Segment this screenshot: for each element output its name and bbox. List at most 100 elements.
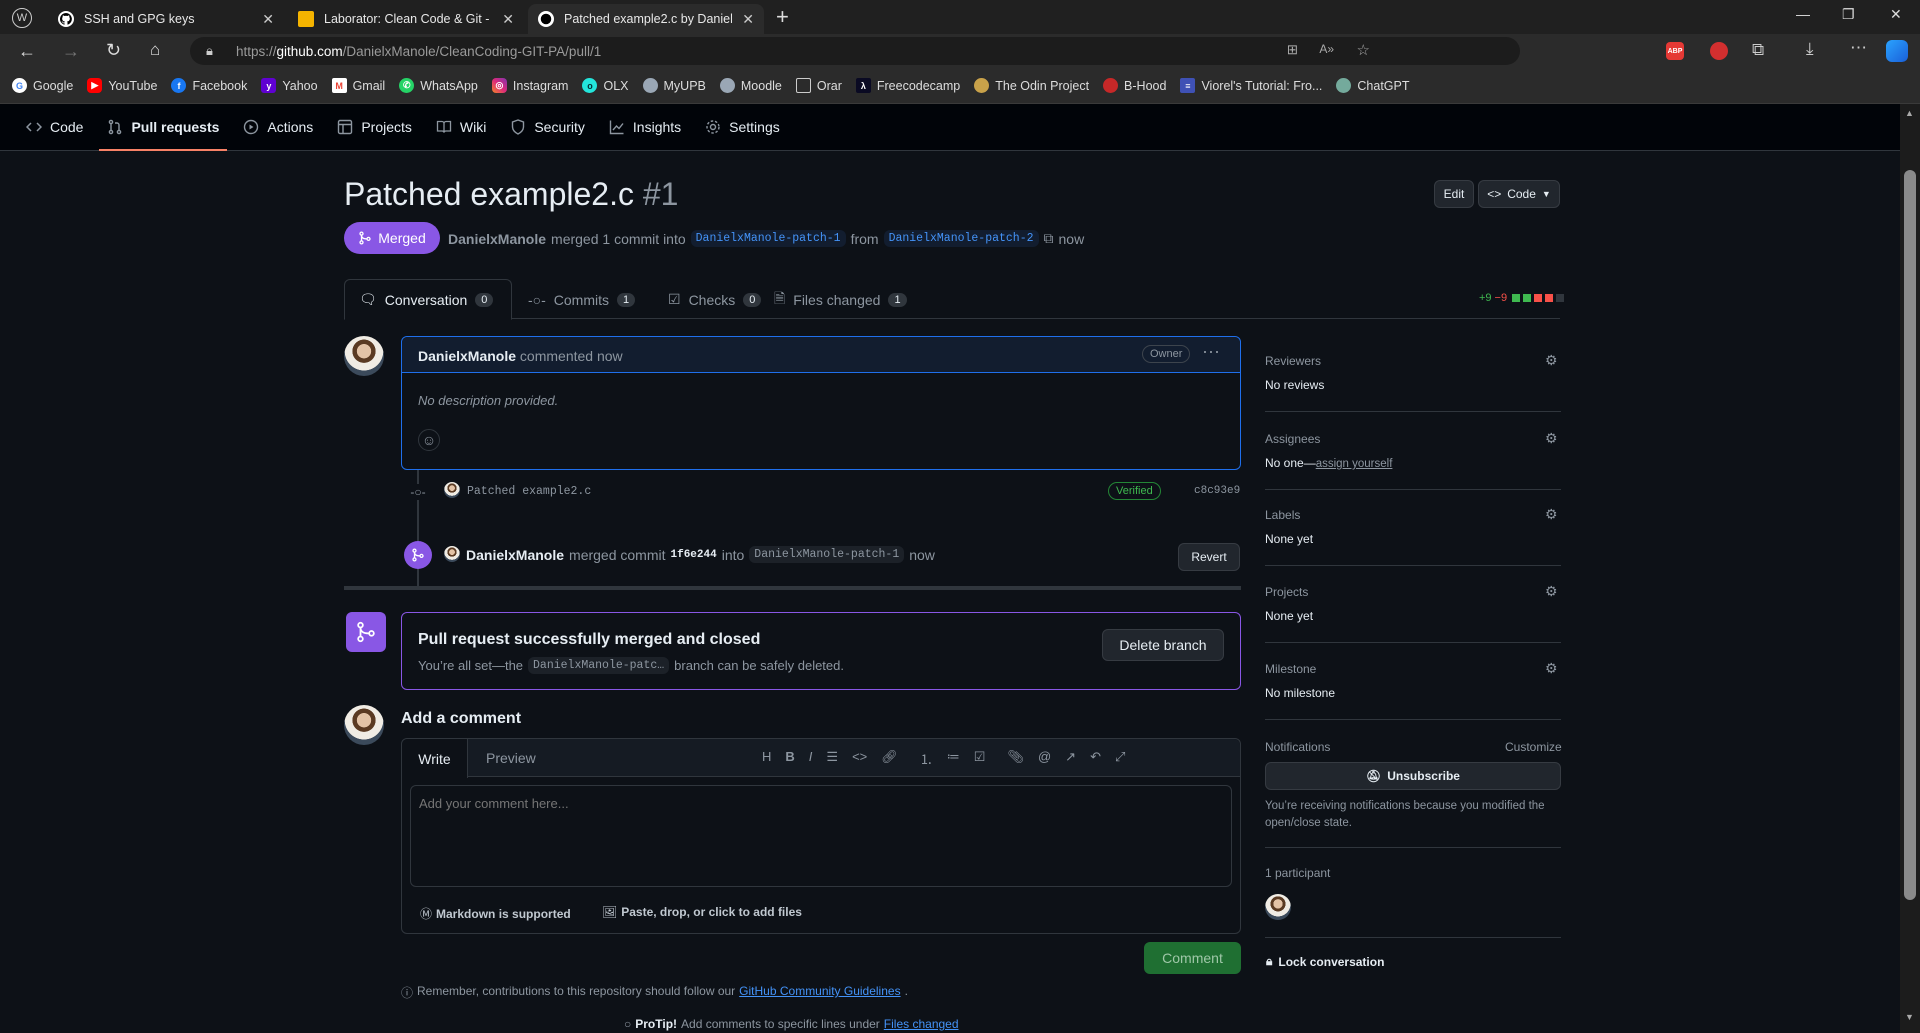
downloads-icon[interactable]: ⤓ (1806, 39, 1814, 59)
gear-icon[interactable]: ⚙︎ (1545, 352, 1561, 368)
mention-icon[interactable]: @ (1038, 749, 1051, 768)
attach-icon[interactable]: 📎︎ (1007, 749, 1024, 768)
nav-security[interactable]: Security (510, 104, 585, 151)
head-branch[interactable]: DanielxManole-patch-2 (883, 230, 1039, 247)
verified-badge[interactable]: Verified (1108, 482, 1161, 500)
copilot-icon[interactable] (1886, 40, 1908, 62)
copy-icon[interactable]: ⧉ (1044, 230, 1054, 247)
browser-tab-active[interactable]: Patched example2.c by Danielx ✕ (528, 4, 764, 34)
address-bar[interactable]: 🔒︎ https://github.com/DanielxManole/Clea… (190, 37, 1520, 65)
bookmark-freecodecamp[interactable]: λ Freecodecamp (855, 78, 960, 93)
gear-icon[interactable]: ⚙︎ (1545, 430, 1561, 446)
bookmark-viorel[interactable]: ≡ Viorel's Tutorial: Fro... (1180, 78, 1322, 93)
gear-icon[interactable]: ⚙︎ (1545, 506, 1561, 522)
code-icon[interactable]: <> (852, 749, 867, 768)
link-icon[interactable]: 🔗︎ (881, 749, 898, 768)
sidebar-heading[interactable]: Labels (1265, 508, 1300, 522)
bookmark-odin[interactable]: The Odin Project (974, 78, 1089, 93)
fullscreen-icon[interactable]: ⤢ (1115, 749, 1125, 768)
avatar[interactable] (444, 482, 460, 498)
gear-icon[interactable]: ⚙︎ (1545, 583, 1561, 599)
avatar[interactable] (344, 705, 384, 745)
nav-insights[interactable]: Insights (609, 104, 681, 151)
close-tab-icon[interactable]: ✕ (742, 11, 754, 28)
profile-icon[interactable]: W (12, 8, 32, 28)
customize-link[interactable]: Customize (1505, 740, 1562, 754)
sidebar-heading[interactable]: Reviewers (1265, 354, 1321, 368)
bookmark-moodle[interactable]: Moodle (719, 78, 782, 93)
read-aloud-icon[interactable]: A» (1319, 42, 1334, 56)
nav-pull-requests[interactable]: Pull requests (99, 104, 228, 151)
file-upload-note[interactable]: 🖼︎ Paste, drop, or click to add files (602, 905, 802, 919)
ordered-list-icon[interactable]: ⒈ (920, 749, 933, 768)
delete-branch-button[interactable]: Delete branch (1102, 629, 1224, 661)
bookmark-chatgpt[interactable]: ChatGPT (1336, 78, 1410, 93)
restore-button[interactable]: ❐ (1842, 6, 1855, 23)
tab-write[interactable]: Write (402, 739, 468, 778)
nav-wiki[interactable]: Wiki (436, 104, 486, 151)
nav-actions[interactable]: Actions (243, 104, 313, 151)
commit-message[interactable]: Patched example2.c (467, 485, 591, 498)
cross-reference-icon[interactable]: ↗ (1065, 749, 1076, 768)
author-link[interactable]: DanielxManole (448, 231, 546, 247)
browser-tab-ssh[interactable]: SSH and GPG keys ✕ (48, 4, 284, 34)
undo-icon[interactable]: ↶ (1090, 749, 1101, 768)
commit-sha[interactable]: c8c93e9 (1194, 485, 1240, 497)
bookmark-facebook[interactable]: f Facebook (171, 78, 247, 93)
quote-icon[interactable]: ☰ (826, 749, 838, 768)
close-window-button[interactable]: ✕ (1890, 6, 1902, 23)
home-icon[interactable]: ⌂ (150, 40, 160, 60)
bookmark-gmail[interactable]: M Gmail (331, 78, 385, 93)
comment-submit-button[interactable]: Comment (1144, 942, 1241, 974)
extension-red-icon[interactable] (1710, 42, 1728, 60)
comment-textarea[interactable] (410, 785, 1232, 887)
merge-sha[interactable]: 1f6e244 (671, 549, 717, 561)
base-branch[interactable]: DanielxManole-patch-1 (690, 230, 846, 247)
nav-settings[interactable]: Settings (705, 104, 780, 151)
merged-branch[interactable]: DanielxManole-patc… (528, 657, 670, 674)
participant-avatar[interactable] (1265, 894, 1291, 920)
app-available-icon[interactable]: ⊞ (1287, 42, 1298, 58)
tab-commits[interactable]: -○- Commits 1 (514, 279, 649, 320)
tab-checks[interactable]: ☑︎ Checks 0 (654, 279, 775, 320)
markdown-note[interactable]: Ⓜ︎ Markdown is supported (420, 905, 571, 922)
avatar[interactable] (444, 546, 460, 562)
scroll-down-arrow-icon[interactable]: ▼ (1905, 1012, 1914, 1022)
more-menu-icon[interactable]: ⋯ (1850, 38, 1867, 58)
bookmark-olx[interactable]: o OLX (582, 78, 629, 93)
assign-yourself-link[interactable]: assign yourself (1316, 458, 1393, 470)
bookmark-bhood[interactable]: B-Hood (1103, 78, 1166, 93)
revert-button[interactable]: Revert (1178, 543, 1240, 571)
minimize-button[interactable]: — (1796, 6, 1810, 22)
tab-preview[interactable]: Preview (486, 750, 536, 766)
sidebar-heading[interactable]: Projects (1265, 585, 1308, 599)
files-changed-link[interactable]: Files changed (884, 1017, 959, 1031)
heading-icon[interactable]: H (762, 749, 771, 768)
nav-projects[interactable]: Projects (337, 104, 412, 151)
bookmark-youtube[interactable]: ▶ YouTube (87, 78, 157, 93)
bookmark-myupb[interactable]: MyUPB (642, 78, 706, 93)
scroll-up-arrow-icon[interactable]: ▲ (1905, 108, 1914, 118)
bold-icon[interactable]: B (785, 749, 794, 768)
unordered-list-icon[interactable]: ≔ (947, 749, 960, 768)
merge-author[interactable]: DanielxManole (466, 547, 564, 563)
unsubscribe-button[interactable]: 🔕︎ Unsubscribe (1265, 762, 1561, 790)
scrollbar-thumb[interactable] (1904, 170, 1916, 900)
favorite-star-icon[interactable]: ☆ (1357, 41, 1370, 59)
close-tab-icon[interactable]: ✕ (502, 11, 514, 28)
guidelines-link[interactable]: GitHub Community Guidelines (739, 984, 900, 1001)
tab-conversation[interactable]: 🗨︎ Conversation 0 (344, 279, 512, 320)
browser-tab-laborator[interactable]: Laborator: Clean Code & Git - Pr ✕ (288, 4, 524, 34)
bookmark-instagram[interactable]: ◎ Instagram (491, 78, 568, 93)
close-tab-icon[interactable]: ✕ (262, 11, 274, 28)
bookmark-whatsapp[interactable]: ✆ WhatsApp (399, 78, 478, 93)
refresh-icon[interactable]: ↻ (106, 40, 121, 61)
bookmark-orar[interactable]: Orar (795, 78, 842, 93)
comment-author[interactable]: DanielxManole (418, 348, 516, 364)
task-list-icon[interactable]: ☑︎ (974, 749, 986, 768)
sidebar-heading[interactable]: Milestone (1265, 662, 1316, 676)
bookmark-yahoo[interactable]: y Yahoo (261, 78, 318, 93)
lock-conversation-link[interactable]: 🔒︎ Lock conversation (1266, 954, 1384, 969)
nav-code[interactable]: Code (26, 104, 83, 151)
sidebar-heading[interactable]: Assignees (1265, 432, 1320, 446)
